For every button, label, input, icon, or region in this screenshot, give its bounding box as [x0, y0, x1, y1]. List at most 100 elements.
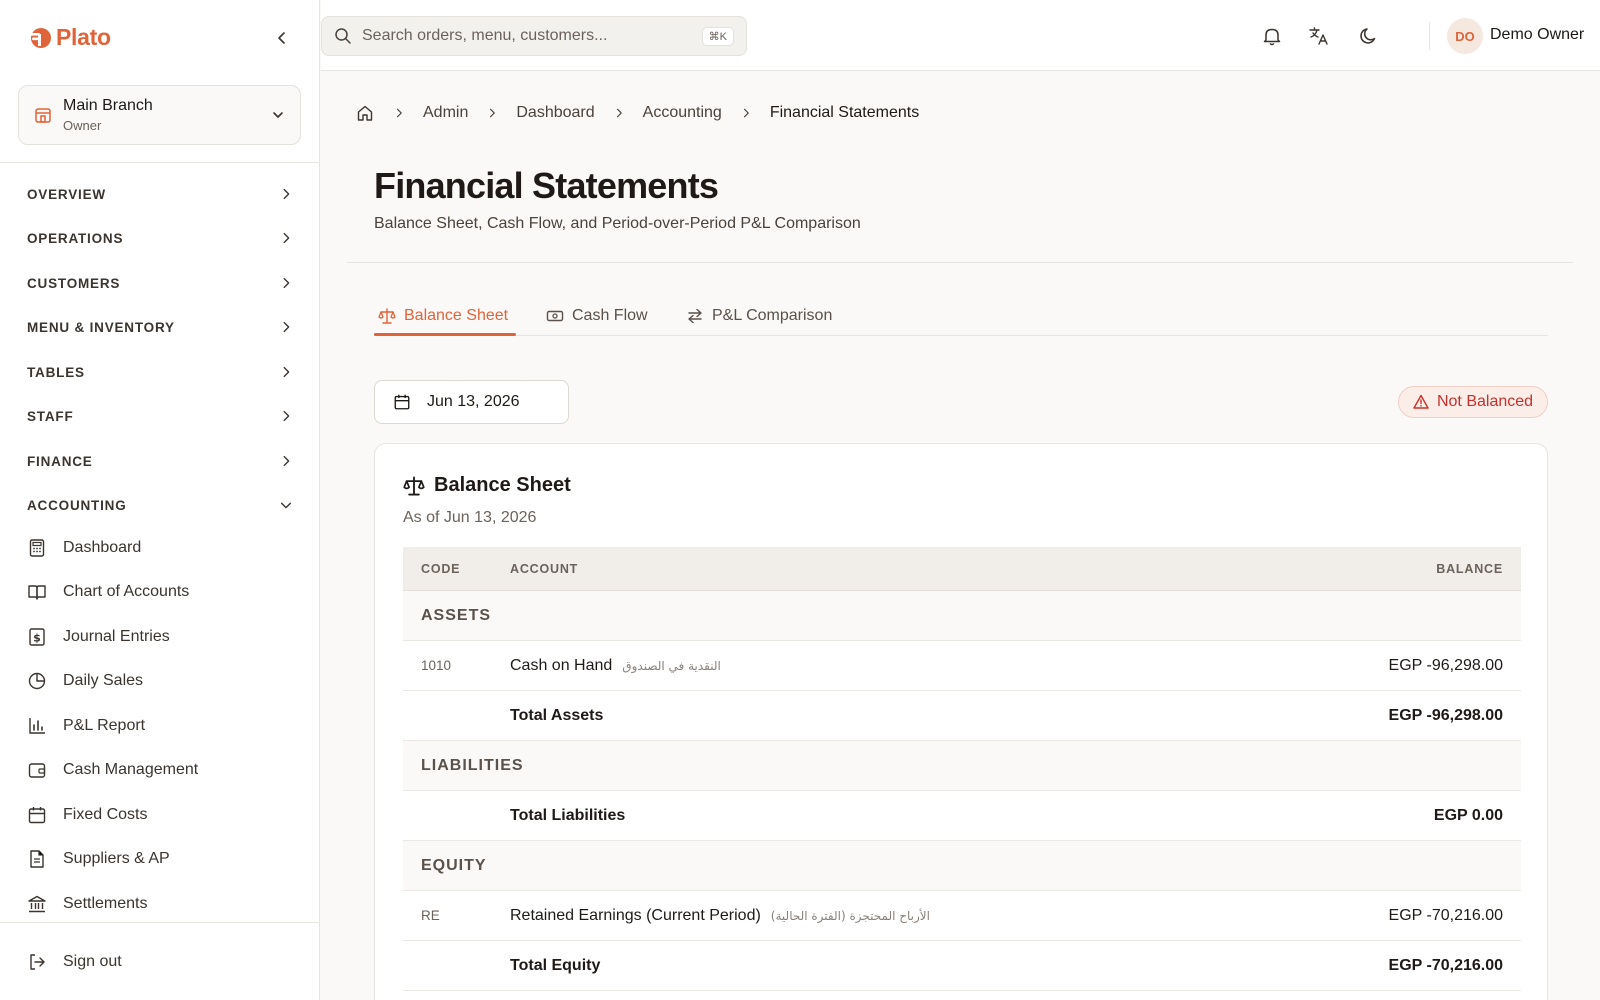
avatar[interactable]: DO	[1447, 18, 1483, 54]
nav-section-label: MENU & INVENTORY	[27, 319, 175, 335]
section-label: LIABILITIES	[421, 756, 524, 774]
sidebar-item-daily-sales[interactable]: Daily Sales	[0, 661, 320, 701]
sidebar-item-label: Journal Entries	[63, 628, 170, 645]
calendar-icon	[393, 393, 411, 411]
nav-section-label: ACCOUNTING	[27, 497, 127, 513]
page-title: Financial Statements	[374, 165, 719, 206]
nav-section-finance[interactable]: FINANCE	[0, 441, 320, 481]
table-row[interactable]: 1010 Cash on Hand النقدية في الصندوق EGP…	[403, 641, 1521, 691]
calendar-icon	[26, 804, 48, 826]
sidebar-item-suppliers-ap[interactable]: Suppliers & AP	[0, 839, 320, 879]
chevron-right-icon	[283, 366, 290, 378]
balance-sheet-card: Balance Sheet As of Jun 13, 2026 CODE AC…	[374, 443, 1548, 1000]
status-label: Not Balanced	[1436, 393, 1534, 410]
card-subtitle: As of Jun 13, 2026	[403, 509, 537, 526]
nav-section-tables[interactable]: TABLES	[0, 352, 320, 392]
chevron-right-icon	[283, 455, 290, 467]
nav-section-menu-inventory[interactable]: MENU & INVENTORY	[0, 307, 320, 347]
nav-section-label: FINANCE	[27, 453, 93, 469]
user-name[interactable]: Demo Owner	[1490, 26, 1584, 44]
branch-role: Owner	[63, 118, 102, 133]
warning-icon	[1413, 394, 1429, 409]
wallet-icon	[26, 759, 48, 781]
nav-section-operations[interactable]: OPERATIONS	[0, 218, 320, 258]
sidebar-item-chart-of-accounts[interactable]: Chart of Accounts	[0, 572, 320, 612]
section-row-liabilities: LIABILITIES	[403, 741, 1521, 791]
tab-cash-flow[interactable]: Cash Flow	[546, 296, 648, 336]
account-name-arabic: النقدية في الصندوق	[622, 658, 721, 673]
scale-icon	[403, 476, 425, 495]
breadcrumb-dashboard[interactable]: Dashboard	[516, 104, 594, 122]
nav-section-customers[interactable]: CUSTOMERS	[0, 263, 320, 303]
sidebar-divider	[0, 162, 320, 163]
breadcrumb-home[interactable]	[355, 103, 375, 123]
sidebar-item-dashboard[interactable]: Dashboard	[0, 528, 320, 568]
sidebar-item-cash-management[interactable]: Cash Management	[0, 750, 320, 790]
nav-section-accounting[interactable]: ACCOUNTING	[0, 485, 320, 525]
total-label: Total Liabilities	[510, 806, 626, 824]
notifications-button[interactable]	[1259, 23, 1285, 49]
date-picker[interactable]: Jun 13, 2026	[374, 380, 569, 424]
pie-chart-icon	[26, 670, 48, 692]
tab-label: P&L Comparison	[712, 307, 833, 324]
sign-out-button[interactable]: Sign out	[0, 942, 320, 982]
section-row-equity: EQUITY	[403, 841, 1521, 891]
column-header-balance: BALANCE	[1436, 561, 1503, 576]
calculator-icon	[26, 537, 48, 559]
sidebar-item-label: Suppliers & AP	[63, 850, 170, 867]
account-name-arabic: الأرباح المحتجزة (الفترة الحالية)	[770, 908, 930, 923]
total-value: EGP -70,216.00	[1388, 956, 1503, 974]
bank-icon	[26, 893, 48, 915]
table-header: CODE ACCOUNT BALANCE	[403, 547, 1521, 591]
page-subtitle: Balance Sheet, Cash Flow, and Period-ove…	[374, 215, 861, 232]
card-title-label: Balance Sheet	[434, 474, 571, 496]
chevron-down-icon	[273, 112, 283, 118]
sidebar-item-settlements[interactable]: Settlements	[0, 884, 320, 924]
account-name: Cash on Hand	[510, 656, 613, 674]
document-icon	[26, 848, 48, 870]
total-value: EGP -96,298.00	[1388, 706, 1503, 724]
column-header-account: ACCOUNT	[510, 561, 579, 576]
language-button[interactable]	[1306, 23, 1332, 49]
tab-label: Cash Flow	[572, 307, 648, 324]
chevron-left-icon	[278, 32, 285, 44]
table-row[interactable]: RE Retained Earnings (Current Period) ال…	[403, 891, 1521, 941]
breadcrumb: Admin Dashboard Accounting Financial Sta…	[355, 101, 919, 125]
nav-section-label: CUSTOMERS	[27, 275, 121, 291]
sidebar-item-label: Cash Management	[63, 761, 199, 778]
account-code: RE	[421, 908, 440, 923]
banknote-icon	[546, 307, 564, 325]
search-input[interactable]	[362, 27, 702, 45]
account-code: 1010	[421, 658, 452, 673]
scale-icon	[378, 307, 396, 325]
search-icon	[335, 28, 351, 44]
nav-section-overview[interactable]: OVERVIEW	[0, 174, 320, 214]
sidebar-item-label: Chart of Accounts	[63, 583, 190, 600]
nav-section-staff[interactable]: STAFF	[0, 396, 320, 436]
branch-selector[interactable]: Main Branch Owner	[18, 85, 301, 145]
account-name: Retained Earnings (Current Period)	[510, 906, 761, 924]
search-box[interactable]: ⌘K	[321, 16, 747, 56]
total-label: Total Equity	[510, 956, 601, 974]
chevron-right-icon	[283, 232, 290, 244]
breadcrumb-admin[interactable]: Admin	[423, 104, 468, 122]
breadcrumb-accounting[interactable]: Accounting	[643, 104, 722, 122]
logo[interactable]: Plato	[28, 24, 111, 51]
app-name: Plato	[56, 24, 111, 50]
chevron-right-icon	[611, 105, 627, 121]
account-balance: EGP -70,216.00	[1388, 906, 1503, 924]
translate-icon	[1309, 27, 1328, 45]
sidebar-item-pl-report[interactable]: P&L Report	[0, 706, 320, 746]
nav-section-label: TABLES	[27, 364, 85, 380]
breadcrumb-current: Financial Statements	[769, 104, 920, 121]
tab-pl-comparison[interactable]: P&L Comparison	[686, 296, 832, 336]
chevron-right-icon	[283, 321, 290, 333]
total-label: Total Assets	[510, 706, 604, 724]
collapse-sidebar-button[interactable]	[270, 26, 294, 50]
tab-balance-sheet[interactable]: Balance Sheet	[378, 296, 508, 336]
sidebar-item-journal-entries[interactable]: $ Journal Entries	[0, 617, 320, 657]
theme-toggle-button[interactable]	[1356, 23, 1382, 49]
sidebar-item-fixed-costs[interactable]: Fixed Costs	[0, 795, 320, 835]
total-row-liabilities: Total Liabilities EGP 0.00	[403, 791, 1521, 841]
card-title: Balance Sheet	[403, 474, 571, 497]
